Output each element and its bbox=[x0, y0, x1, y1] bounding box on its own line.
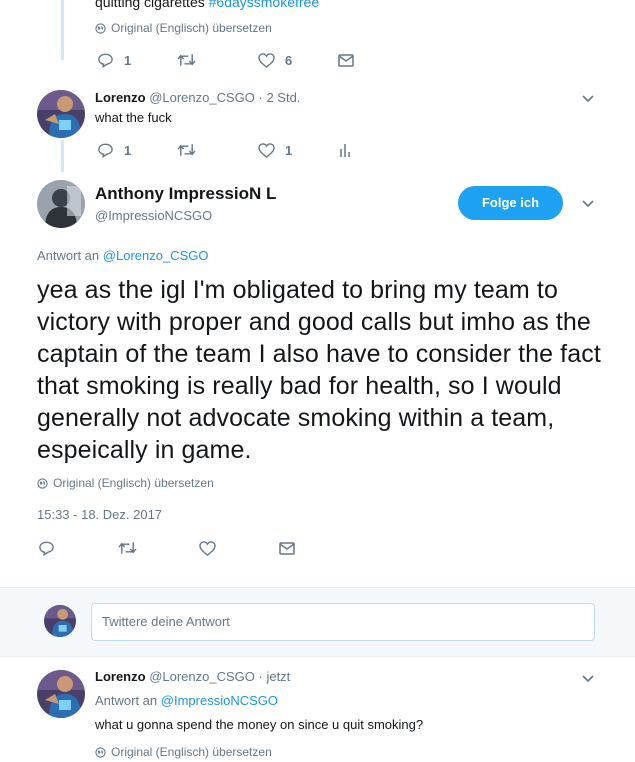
dm-button[interactable] bbox=[279, 542, 295, 555]
reply-to-link[interactable]: @ImpressioNCSGO bbox=[161, 693, 278, 708]
like-button[interactable] bbox=[199, 541, 216, 556]
reply-to-link[interactable]: @Lorenzo_CSGO bbox=[103, 248, 209, 263]
chevron-down-icon bbox=[582, 200, 594, 208]
avatar-lorenzo-image bbox=[37, 670, 85, 718]
author-name[interactable]: Lorenzo bbox=[95, 669, 146, 684]
reply-icon bbox=[98, 143, 113, 158]
avatar-self-image bbox=[44, 605, 76, 637]
tweet-time[interactable]: · 2 Std. bbox=[259, 90, 301, 105]
envelope-icon bbox=[279, 542, 295, 555]
tweet-timestamp[interactable]: 15:33 - 18. Dez. 2017 bbox=[37, 507, 162, 522]
retweet-icon bbox=[177, 54, 196, 66]
heart-icon bbox=[258, 53, 275, 68]
translate-link[interactable]: Original (Englisch) übersetzen bbox=[95, 21, 272, 35]
avatar[interactable] bbox=[37, 180, 85, 228]
avatar-lorenzo-image bbox=[37, 90, 85, 138]
reply-count: 1 bbox=[124, 142, 132, 158]
avatar[interactable] bbox=[37, 90, 85, 138]
globe-icon bbox=[37, 477, 48, 489]
tweet-text-tail: quitting cigarettes bbox=[95, 0, 205, 10]
retweet-button[interactable] bbox=[118, 541, 137, 555]
dm-button[interactable] bbox=[338, 54, 354, 67]
tweet-text-partial: quitting cigarettes #6dayssmokefree bbox=[95, 0, 319, 10]
tweet-text: yea as the igl I'm obligated to bring my… bbox=[37, 276, 601, 464]
reply-prefix: Antwort an bbox=[37, 248, 100, 263]
avatar-anthony-image bbox=[37, 180, 85, 228]
reply-icon bbox=[98, 53, 113, 68]
more-options-caret[interactable] bbox=[581, 196, 597, 212]
reply-button[interactable]: 1 bbox=[97, 52, 131, 68]
chevron-down-icon bbox=[582, 675, 594, 683]
reply-context: Antwort an @Lorenzo_CSGO bbox=[37, 248, 208, 263]
analytics-button[interactable] bbox=[339, 143, 351, 157]
like-count: 6 bbox=[285, 53, 293, 68]
author-handle[interactable]: @Lorenzo_CSGO bbox=[149, 669, 255, 684]
like-count: 1 bbox=[285, 143, 293, 158]
author-name[interactable]: Lorenzo bbox=[95, 90, 146, 105]
reply-input[interactable]: Twittere deine Antwort bbox=[91, 603, 595, 641]
reply-icon bbox=[39, 541, 54, 556]
author-handle[interactable]: @ImpressioNCSGO bbox=[95, 208, 212, 223]
translate-label: Original (Englisch) übersetzen bbox=[53, 476, 214, 490]
chevron-down-icon bbox=[582, 95, 594, 103]
translate-link[interactable]: Original (Englisch) übersetzen bbox=[37, 476, 214, 490]
tweet-header: Lorenzo @Lorenzo_CSGO · jetzt bbox=[95, 669, 290, 684]
thread-line-mid bbox=[61, 140, 64, 172]
heart-icon bbox=[199, 541, 216, 556]
translate-link[interactable]: Original (Englisch) übersetzen bbox=[95, 745, 272, 759]
reply-count: 1 bbox=[124, 52, 132, 68]
reply-prefix: Antwort an bbox=[95, 693, 158, 708]
retweet-icon bbox=[118, 542, 137, 554]
avatar[interactable] bbox=[37, 670, 85, 718]
translate-label: Original (Englisch) übersetzen bbox=[111, 21, 272, 35]
translate-label: Original (Englisch) übersetzen bbox=[111, 745, 272, 759]
author-handle[interactable]: @Lorenzo_CSGO bbox=[149, 90, 255, 105]
hashtag-link[interactable]: #6dayssmokefree bbox=[209, 0, 320, 10]
retweet-icon bbox=[177, 144, 196, 156]
retweet-button[interactable] bbox=[177, 143, 196, 157]
follow-button[interactable]: Folge ich bbox=[458, 186, 563, 220]
tweet-time[interactable]: · jetzt bbox=[259, 669, 291, 684]
analytics-icon bbox=[340, 144, 350, 157]
more-options-caret[interactable] bbox=[581, 671, 597, 687]
avatar[interactable] bbox=[44, 605, 76, 637]
tweet-text: what the fuck bbox=[95, 110, 172, 125]
like-button[interactable]: 1 bbox=[258, 143, 292, 158]
like-button[interactable]: 6 bbox=[258, 53, 292, 68]
retweet-button[interactable] bbox=[177, 53, 196, 67]
tweet-text: what u gonna spend the money on since u … bbox=[95, 717, 424, 732]
reply-button[interactable]: 1 bbox=[97, 142, 131, 158]
reply-button[interactable] bbox=[38, 540, 55, 556]
reply-context: Antwort an @ImpressioNCSGO bbox=[95, 693, 278, 708]
heart-icon bbox=[258, 143, 275, 158]
author-name[interactable]: Anthony ImpressioN L bbox=[95, 184, 276, 204]
tweet-header: Lorenzo @Lorenzo_CSGO · 2 Std. bbox=[95, 90, 300, 105]
envelope-icon bbox=[338, 54, 354, 67]
more-options-caret[interactable] bbox=[581, 91, 597, 107]
thread-line-top bbox=[61, 0, 64, 60]
globe-icon bbox=[95, 746, 106, 758]
globe-icon bbox=[95, 22, 106, 34]
